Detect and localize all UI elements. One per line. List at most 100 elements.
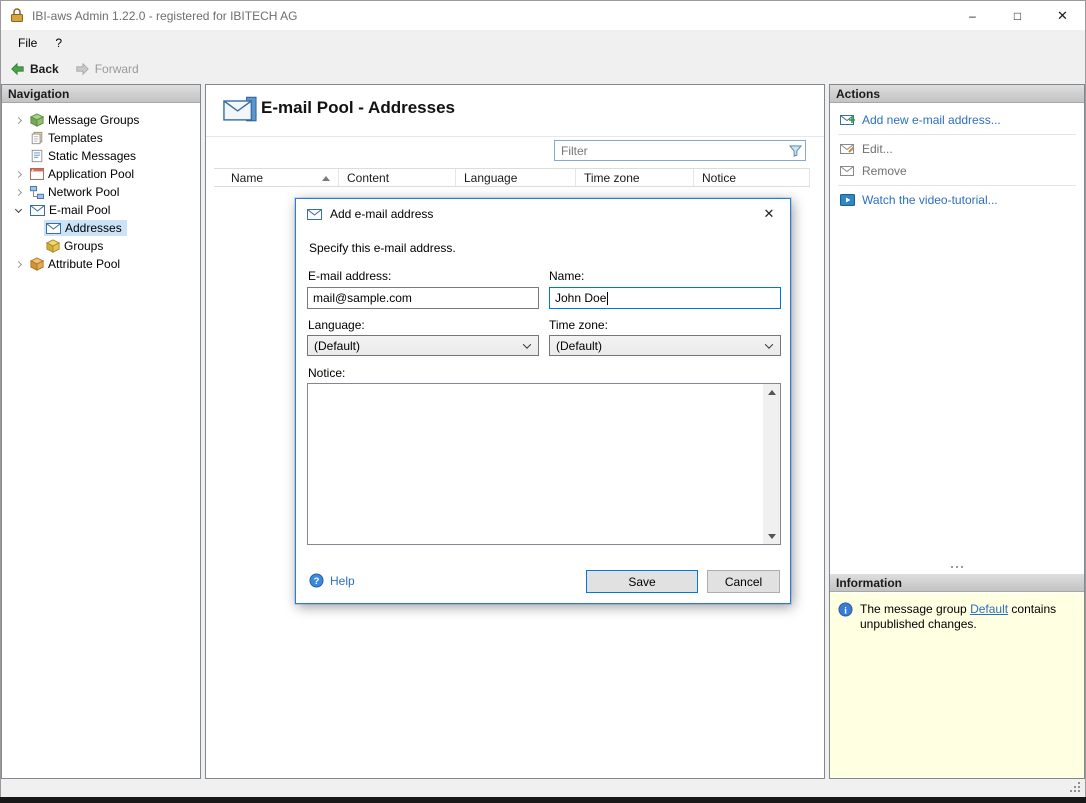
column-label: Notice: [702, 170, 737, 185]
nav-item-message-groups[interactable]: Message Groups: [2, 111, 200, 129]
language-label: Language:: [308, 318, 365, 332]
email-edit-icon: [840, 144, 855, 154]
application-pool-icon: [30, 168, 44, 180]
action-label: Watch the video-tutorial...: [862, 193, 998, 207]
add-email-address-action[interactable]: Add new e-mail address...: [830, 109, 1084, 131]
attribute-pool-icon: [30, 257, 44, 271]
actions-separator: [838, 185, 1076, 186]
status-bar: [1, 780, 1085, 797]
help-label: Help: [330, 573, 355, 588]
nav-item-email-pool[interactable]: E-mail Pool: [2, 201, 200, 219]
remove-action[interactable]: Remove: [830, 160, 1084, 182]
email-dialog-icon: [307, 208, 322, 220]
name-label: Name:: [549, 269, 585, 283]
actions-list: Add new e-mail address... Edit... Remove…: [830, 103, 1084, 211]
forward-button[interactable]: Forward: [75, 62, 139, 76]
column-label: Name: [231, 170, 264, 185]
video-tutorial-action[interactable]: Watch the video-tutorial...: [830, 189, 1084, 211]
scroll-up-icon[interactable]: [763, 384, 780, 400]
column-label: Time zone: [584, 170, 640, 185]
nav-item-addresses[interactable]: Addresses: [2, 219, 200, 237]
email-address-label: E-mail address:: [308, 269, 392, 283]
column-header-name[interactable]: Name: [214, 169, 339, 186]
app-icon: [9, 7, 25, 24]
forward-label: Forward: [94, 62, 139, 76]
window-title: IBI-aws Admin 1.22.0 - registered for IB…: [32, 8, 298, 23]
header-divider: [206, 136, 824, 137]
panel-splitter[interactable]: [830, 562, 1084, 571]
svg-text:i: i: [844, 606, 847, 616]
forward-arrow-icon: [76, 62, 89, 76]
minimize-button[interactable]: –: [950, 1, 995, 30]
action-label: Add new e-mail address...: [862, 113, 1001, 127]
language-select[interactable]: (Default): [307, 335, 539, 356]
email-pool-header-icon: [223, 96, 257, 126]
nav-item-label: Templates: [48, 131, 103, 145]
column-label: Content: [347, 170, 390, 185]
text-caret: [607, 291, 609, 305]
timezone-label: Time zone:: [549, 318, 608, 332]
scroll-down-icon[interactable]: [763, 528, 780, 544]
email-address-field[interactable]: [307, 287, 539, 309]
chevron-right-icon[interactable]: [8, 260, 28, 268]
nav-item-network-pool[interactable]: Network Pool: [2, 183, 200, 201]
column-header-notice[interactable]: Notice: [694, 169, 810, 186]
dialog-description: Specify this e-mail address.: [309, 241, 456, 255]
menu-help[interactable]: ?: [46, 33, 71, 53]
vertical-scrollbar[interactable]: [763, 384, 780, 544]
dialog-close-button[interactable]: ✕: [748, 199, 790, 229]
column-header-language[interactable]: Language: [456, 169, 576, 186]
bottom-strip: [0, 797, 1086, 803]
resize-grip[interactable]: [1069, 781, 1082, 794]
chevron-down-icon[interactable]: [8, 205, 28, 213]
edit-action[interactable]: Edit...: [830, 138, 1084, 160]
chevron-right-icon[interactable]: [8, 188, 28, 196]
back-button[interactable]: Back: [10, 62, 59, 76]
svg-text:?: ?: [314, 576, 320, 586]
help-link[interactable]: ? Help: [309, 573, 355, 588]
maximize-button[interactable]: □: [995, 1, 1040, 30]
info-text-before: The message group: [860, 602, 971, 616]
filter-input[interactable]: [555, 143, 785, 158]
addresses-icon: [46, 222, 61, 234]
nav-item-templates[interactable]: Templates: [2, 129, 200, 147]
filter-funnel-icon[interactable]: [785, 144, 805, 157]
column-header-timezone[interactable]: Time zone: [576, 169, 694, 186]
close-button[interactable]: ✕: [1040, 1, 1085, 30]
column-header-content[interactable]: Content: [339, 169, 456, 186]
timezone-select[interactable]: (Default): [549, 335, 781, 356]
chevron-down-icon: [522, 339, 532, 349]
back-arrow-icon: [11, 62, 24, 76]
action-label: Edit...: [862, 142, 893, 156]
window-controls: – □ ✕: [950, 1, 1085, 30]
nav-item-static-messages[interactable]: Static Messages: [2, 147, 200, 165]
message-groups-icon: [30, 113, 44, 127]
nav-item-application-pool[interactable]: Application Pool: [2, 165, 200, 183]
notice-textarea[interactable]: [307, 383, 781, 545]
notice-label: Notice:: [308, 366, 346, 380]
nav-item-label: E-mail Pool: [49, 203, 111, 217]
chevron-right-icon[interactable]: [8, 170, 28, 178]
nav-item-groups[interactable]: Groups: [2, 237, 200, 255]
cancel-button[interactable]: Cancel: [707, 570, 780, 593]
navigation-header: Navigation: [2, 85, 200, 103]
page-title: E-mail Pool - Addresses: [261, 98, 455, 117]
nav-item-label: Groups: [64, 239, 104, 253]
chevron-right-icon[interactable]: [8, 116, 28, 124]
nav-item-label: Message Groups: [48, 113, 140, 127]
toolbar: Back Forward: [1, 55, 1085, 83]
default-message-group-link[interactable]: Default: [970, 602, 1008, 616]
title-bar: IBI-aws Admin 1.22.0 - registered for IB…: [1, 1, 1085, 30]
chevron-down-icon: [764, 339, 774, 349]
video-tutorial-icon: [840, 194, 855, 206]
column-label: Language: [464, 170, 518, 185]
email-pool-icon: [30, 204, 45, 216]
name-field-value: John Doe: [555, 291, 607, 305]
menu-file[interactable]: File: [9, 33, 46, 53]
save-button[interactable]: Save: [586, 570, 698, 593]
name-field[interactable]: John Doe: [549, 287, 781, 309]
actions-separator: [838, 134, 1076, 135]
nav-item-attribute-pool[interactable]: Attribute Pool: [2, 255, 200, 273]
language-select-value: (Default): [314, 338, 361, 353]
actions-panel: Actions Add new e-mail address... Edit..…: [829, 84, 1085, 779]
